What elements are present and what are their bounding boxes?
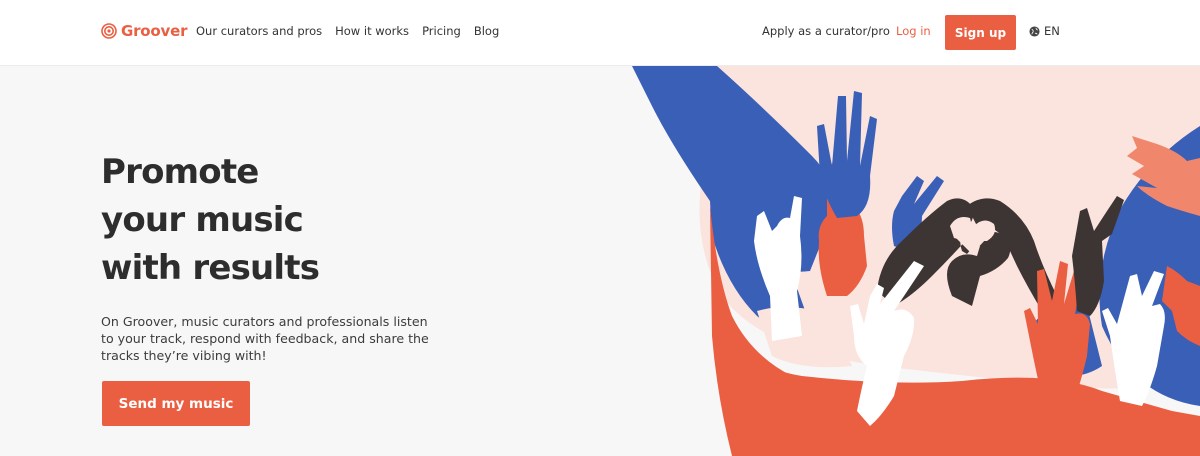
language-selector[interactable]: EN <box>1029 24 1060 38</box>
nav-blog-link[interactable]: Blog <box>474 24 499 38</box>
groover-logo-icon <box>101 23 117 39</box>
main-nav: Our curators and pros How it works Prici… <box>196 24 512 38</box>
hero-illustration <box>632 66 1200 456</box>
send-music-button[interactable]: Send my music <box>102 381 250 426</box>
language-label: EN <box>1044 24 1060 38</box>
groover-logo[interactable]: Groover <box>101 22 187 40</box>
signup-button[interactable]: Sign up <box>945 15 1016 50</box>
logo-text: Groover <box>121 22 188 40</box>
hands-heart-illustration <box>632 66 1200 456</box>
nav-curators-link[interactable]: Our curators and pros <box>196 24 322 38</box>
top-navbar: Groover Our curators and pros How it wor… <box>0 0 1200 66</box>
hero-title: Promote your music with results <box>101 148 431 292</box>
nav-pricing-link[interactable]: Pricing <box>422 24 461 38</box>
hero-description: On Groover, music curators and professio… <box>101 314 429 363</box>
apply-curator-link[interactable]: Apply as a curator/pro <box>762 24 890 38</box>
hero-title-line-1: Promote <box>101 152 259 192</box>
hero-title-line-2: your music <box>101 200 304 240</box>
hero-title-line-3: with results <box>101 248 320 288</box>
nav-how-it-works-link[interactable]: How it works <box>335 24 409 38</box>
login-link[interactable]: Log in <box>896 24 931 38</box>
globe-icon <box>1029 25 1040 37</box>
